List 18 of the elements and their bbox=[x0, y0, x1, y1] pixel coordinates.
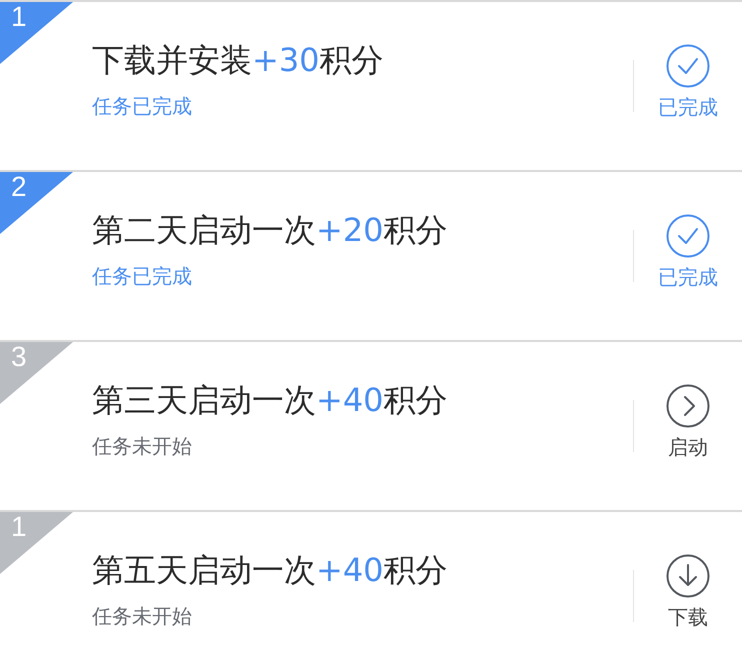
task-title: 第三天启动一次+40积分 bbox=[92, 382, 448, 418]
task-title: 第五天启动一次+40积分 bbox=[92, 552, 448, 588]
task-status: 任务已完成 bbox=[92, 264, 192, 288]
check-circle-icon bbox=[666, 214, 710, 258]
task-status: 任务未开始 bbox=[92, 434, 192, 458]
task-action-button[interactable]: 启动 bbox=[666, 384, 710, 458]
task-status: 任务未开始 bbox=[92, 604, 192, 628]
task-number: 1 bbox=[11, 3, 27, 31]
task-title: 第二天启动一次+20积分 bbox=[92, 212, 448, 248]
check-circle-icon bbox=[666, 44, 710, 88]
task-number: 3 bbox=[11, 343, 27, 371]
task-action-button[interactable]: 下载 bbox=[666, 554, 710, 628]
down-arrow-circle-icon bbox=[666, 554, 710, 598]
task-number: 1 bbox=[11, 513, 27, 541]
chevron-right-circle-icon bbox=[666, 384, 710, 428]
task-status: 任务已完成 bbox=[92, 94, 192, 118]
task-number: 2 bbox=[11, 173, 27, 201]
task-title: 下载并安装+30积分 bbox=[92, 42, 384, 78]
